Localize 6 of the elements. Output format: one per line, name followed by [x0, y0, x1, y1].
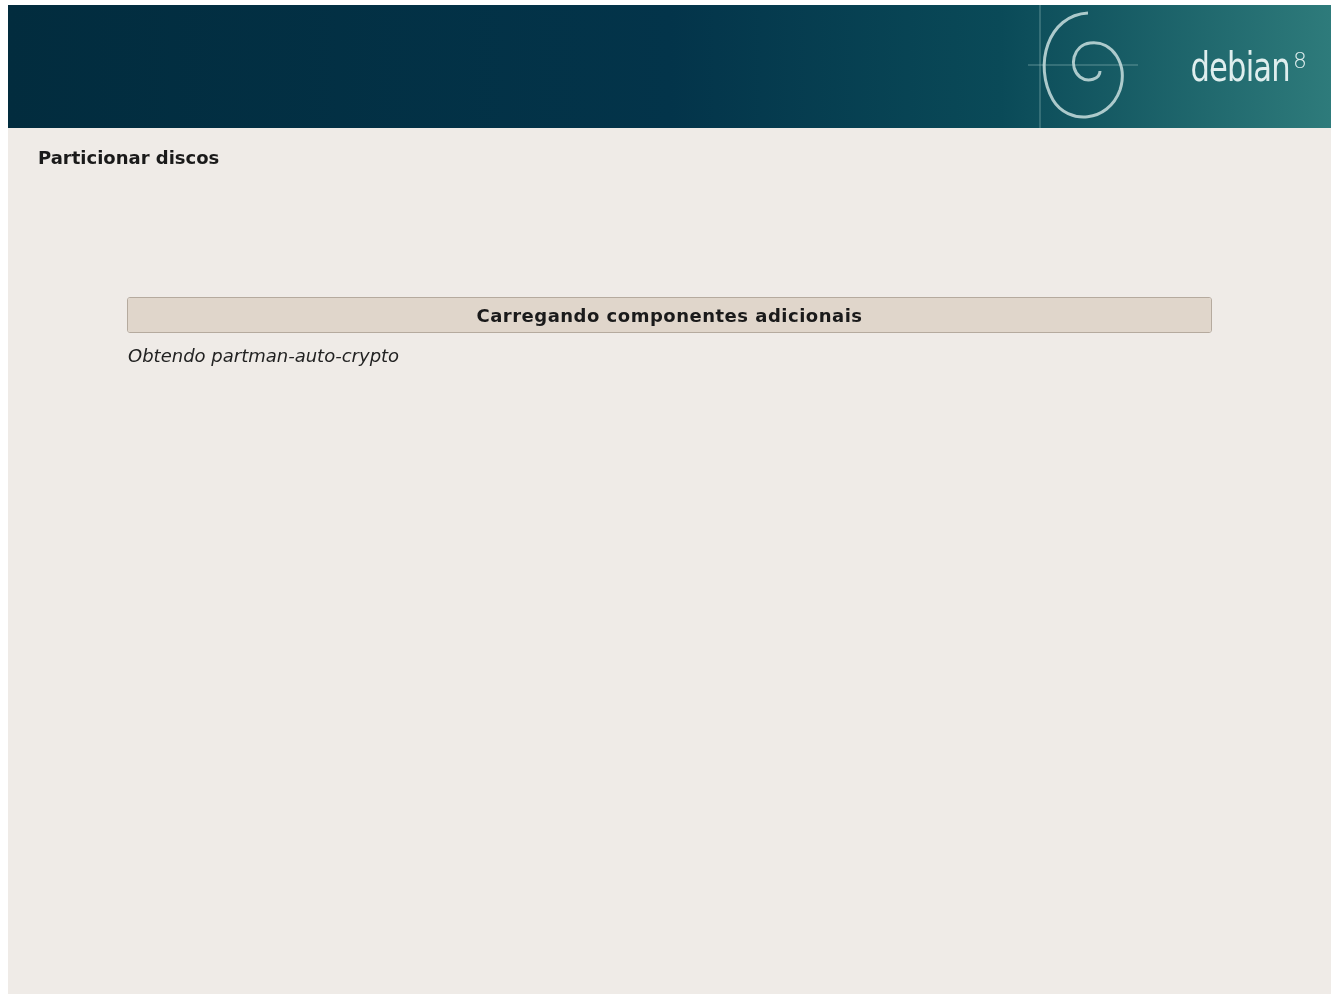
logo-version: 8 — [1293, 47, 1307, 73]
swirl-logo-icon — [1028, 5, 1138, 128]
status-text: Obtendo partman-auto-crypto — [128, 345, 401, 366]
progress-label: Carregando componentes adicionais — [476, 304, 863, 326]
step-title: Particionar discos — [38, 147, 221, 168]
logo-text: debian — [1190, 43, 1290, 90]
